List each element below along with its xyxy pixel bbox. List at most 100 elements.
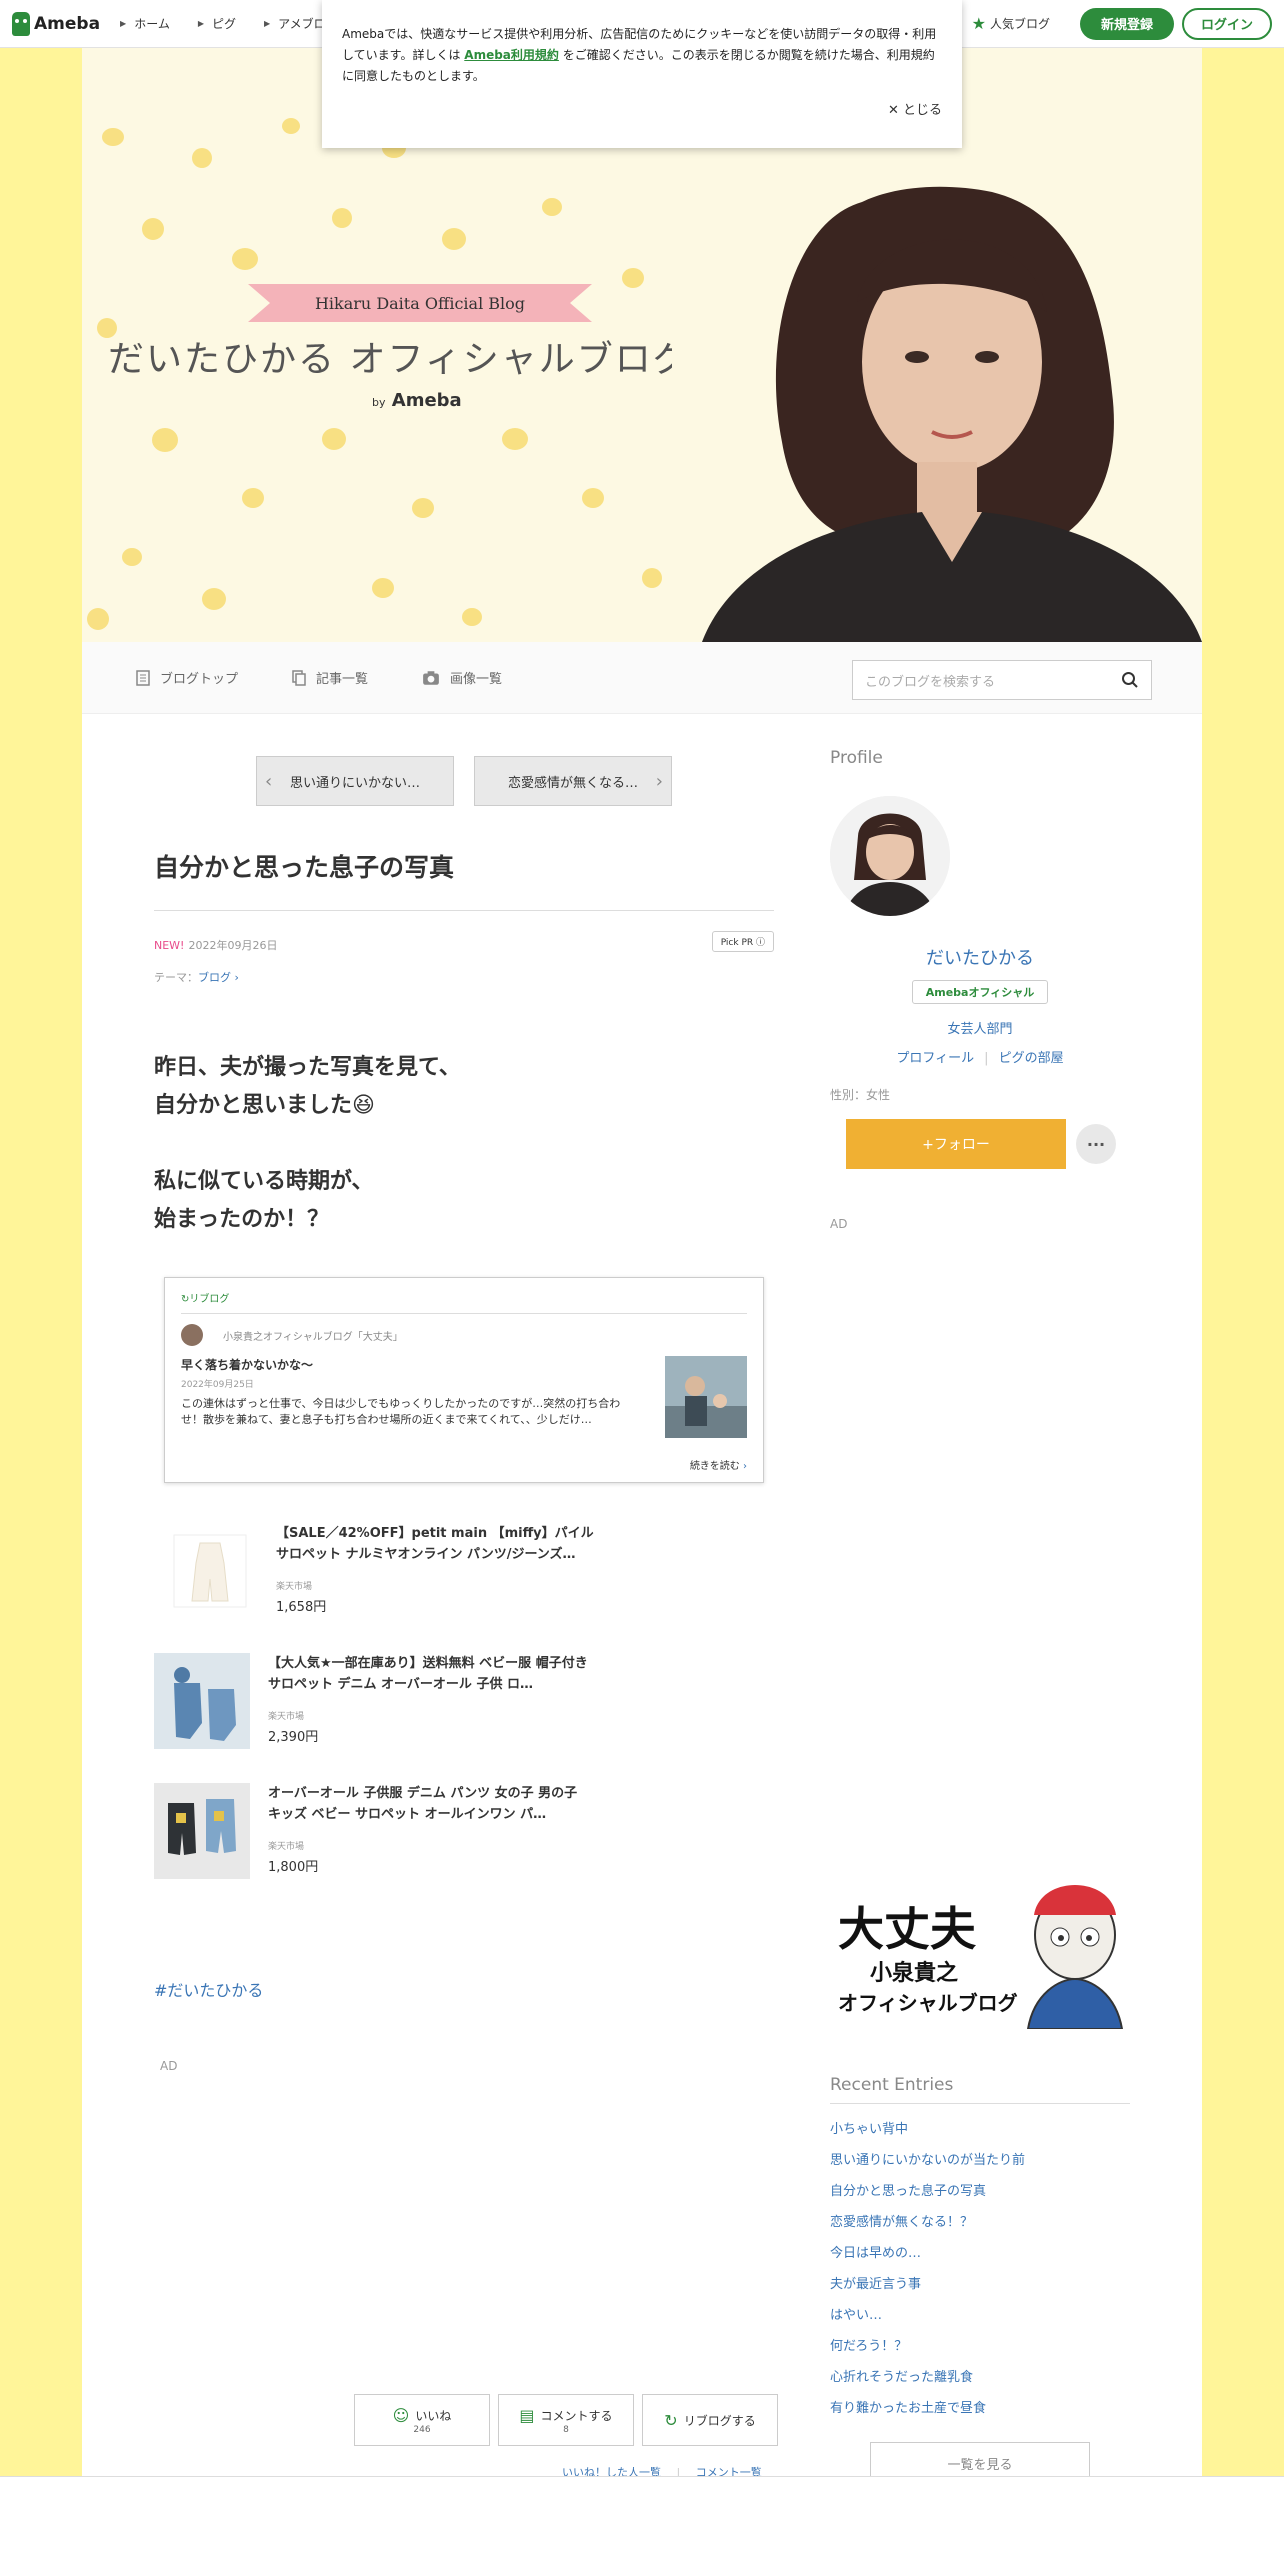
blog-page: Hikaru Daita Official Blog だいたひかる オフィシャル…: [82, 48, 1202, 2568]
decor-dot: [502, 428, 528, 450]
more-options-button[interactable]: ···: [1076, 1124, 1116, 1164]
register-button[interactable]: 新規登録: [1080, 7, 1174, 40]
product-item[interactable]: 【大人気★一部在庫あり】送料無料 ベビー服 帽子付きサロペット デニム オーバー…: [154, 1653, 774, 1749]
comment-button[interactable]: ▤ コメントする 8: [498, 2394, 634, 2446]
nav-home[interactable]: ▶ ホーム: [120, 15, 170, 32]
product-list: 【SALE／42%OFF】petit main 【miffy】パイルサロペット …: [154, 1523, 774, 1879]
ameba-logo[interactable]: Ameba: [12, 11, 101, 36]
decor-dot: [332, 208, 352, 228]
reblog-thumbnail: [665, 1356, 747, 1438]
decor-dot: [442, 228, 466, 250]
copy-icon: [292, 669, 306, 686]
body-line: 昨日、夫が撮った写真を見て、: [154, 1055, 461, 1080]
terms-link[interactable]: Ameba利用規約: [464, 48, 559, 62]
decor-dot: [232, 248, 258, 270]
hashtag-link[interactable]: #だいたひかる: [154, 1977, 774, 2001]
sidebar-ad-label: AD: [830, 1217, 848, 1231]
recent-entry-link[interactable]: 思い通りにいかないのが当たり前: [830, 2145, 1130, 2176]
product-name: 【大人気★一部在庫あり】送料無料 ベビー服 帽子付きサロペット デニム オーバー…: [268, 1656, 588, 1692]
article-meta: NEW! 2022年09月26日 Pick PR ⓘ: [154, 931, 774, 953]
reblog-excerpt: この連休はずっと仕事で、今日は少しでもゆっくりしたかったのですが…突然の打ち合わ…: [181, 1397, 621, 1426]
search-icon[interactable]: [1121, 671, 1139, 689]
blog-search-input[interactable]: このブログを検索する: [852, 660, 1152, 700]
decor-dot: [87, 608, 109, 630]
next-entry-button[interactable]: 恋愛感情が無くなる… ›: [474, 756, 672, 806]
product-shop: 楽天市場: [276, 1582, 313, 1592]
product-item[interactable]: 【SALE／42%OFF】petit main 【miffy】パイルサロペット …: [162, 1523, 774, 1619]
pigg-room-link[interactable]: ピグの部屋: [999, 1051, 1064, 1066]
chevron-right-icon: ▶: [197, 19, 204, 28]
nav-image-list[interactable]: 画像一覧: [422, 668, 502, 687]
product-shop: 楽天市場: [268, 1712, 305, 1722]
product-name: 【SALE／42%OFF】petit main 【miffy】パイルサロペット …: [276, 1526, 594, 1562]
recent-entry-link[interactable]: 夫が最近言う事: [830, 2269, 1130, 2300]
chevron-right-icon: ▶: [264, 19, 271, 28]
decor-dot: [542, 198, 562, 216]
recent-entry-link[interactable]: はやい…: [830, 2300, 1130, 2331]
decor-dot: [242, 488, 264, 508]
avatar: [181, 1324, 203, 1346]
profile-link[interactable]: プロフィール: [896, 1051, 974, 1066]
reblog-button[interactable]: ↻ リブログする: [642, 2394, 778, 2446]
profile-heading: Profile: [830, 748, 883, 768]
reblog-card[interactable]: ↻リブログ 小泉貴之オフィシャルブログ「大丈夫」 早く落ち着かないかな〜 202…: [164, 1277, 764, 1483]
reblog-author: 小泉貴之オフィシャルブログ「大丈夫」: [181, 1324, 747, 1346]
ameba-logo-icon: [12, 11, 30, 36]
recent-heading: Recent Entries: [830, 2075, 1130, 2104]
avatar[interactable]: [830, 796, 950, 916]
banner-illustration: [1026, 1885, 1124, 2029]
pick-pr-button[interactable]: Pick PR ⓘ: [711, 931, 774, 952]
camera-icon: [423, 670, 439, 685]
bottom-bar: [0, 2476, 1284, 2568]
decor-dot: [122, 548, 142, 566]
by-ameba: by Ameba: [372, 390, 462, 411]
article-column: ‹ 思い通りにいかない… 恋愛感情が無くなる… › 自分かと思った息子の写真 NEW…: [154, 748, 774, 2073]
decor-dot: [282, 118, 300, 134]
decor-dot: [622, 268, 644, 288]
comment-icon: ▤: [519, 2405, 535, 2425]
banner-text-1: 大丈夫: [838, 1902, 976, 1956]
follow-button[interactable]: +フォロー: [846, 1119, 1066, 1169]
prev-entry-button[interactable]: ‹ 思い通りにいかない…: [256, 756, 454, 806]
cookie-banner: Amebaでは、快適なサービス提供や利用分析、広告配信のためにクッキーなどを使い…: [322, 0, 962, 148]
profile-name[interactable]: だいたひかる: [830, 944, 1130, 970]
banner-text-2: 小泉貴之: [870, 1961, 959, 1986]
reblog-title: 早く落ち着かないかな〜: [181, 1358, 314, 1372]
nav-pigg[interactable]: ▶ ピグ: [198, 15, 236, 32]
recent-entry-link[interactable]: 有り難かったお土産で昼食: [830, 2393, 1130, 2424]
recent-entry-link[interactable]: 心折れそうだった離乳食: [830, 2362, 1130, 2393]
like-button[interactable]: ☺ いいね 246: [354, 2394, 490, 2446]
recent-entry-link[interactable]: 小ちゃい背中: [830, 2114, 1130, 2145]
product-image: [162, 1523, 258, 1619]
decor-dot: [582, 488, 604, 508]
close-icon: ✕: [887, 103, 903, 118]
recent-entry-link[interactable]: 自分かと思った息子の写真: [830, 2176, 1130, 2207]
body-line: 私に似ている時期が、: [154, 1169, 374, 1194]
decor-dot: [322, 428, 346, 450]
product-item[interactable]: オーバーオール 子供服 デニム パンツ 女の子 男の子 キッズ ベビー サロペッ…: [154, 1783, 774, 1879]
nav-ameblo[interactable]: ▶ アメブロ: [264, 15, 326, 32]
nav-blog-top[interactable]: ブログトップ: [136, 668, 238, 687]
reblog-date: 2022年09月25日: [181, 1380, 254, 1390]
recent-entry-link[interactable]: 何だろう！？: [830, 2331, 1130, 2362]
recent-entry-link[interactable]: 今日は早めの…: [830, 2238, 1130, 2269]
popular-blogs-link[interactable]: ★ 人気ブログ: [972, 14, 1050, 33]
read-more-link[interactable]: 続きを読む ›: [690, 1457, 747, 1472]
decor-dot: [192, 148, 212, 168]
login-button[interactable]: ログイン: [1182, 7, 1272, 40]
reblog-icon: ↻: [664, 2410, 678, 2430]
article-theme: テーマ：ブログ ›: [154, 971, 239, 984]
nav-entry-list[interactable]: 記事一覧: [292, 668, 368, 687]
sidebar-banner[interactable]: 大丈夫 小泉貴之 オフィシャルブログ: [834, 1875, 1130, 2029]
theme-link[interactable]: ブログ: [198, 971, 231, 984]
decor-dot: [142, 218, 164, 240]
follow-row: +フォロー ···: [846, 1119, 1130, 1169]
logo-text: Ameba: [34, 13, 101, 34]
cookie-close-button[interactable]: ✕ とじる: [888, 100, 942, 121]
banner-text-3: オフィシャルブログ: [838, 1991, 1018, 2015]
profile-sex: 性別：女性: [830, 1088, 891, 1102]
profile-category[interactable]: 女芸人部門: [830, 1018, 1130, 1037]
product-name: オーバーオール 子供服 デニム パンツ 女の子 男の子 キッズ ベビー サロペッ…: [268, 1786, 578, 1822]
recent-entry-link[interactable]: 恋愛感情が無くなる！？: [830, 2207, 1130, 2238]
official-badge[interactable]: Amebaオフィシャル: [912, 980, 1048, 1004]
